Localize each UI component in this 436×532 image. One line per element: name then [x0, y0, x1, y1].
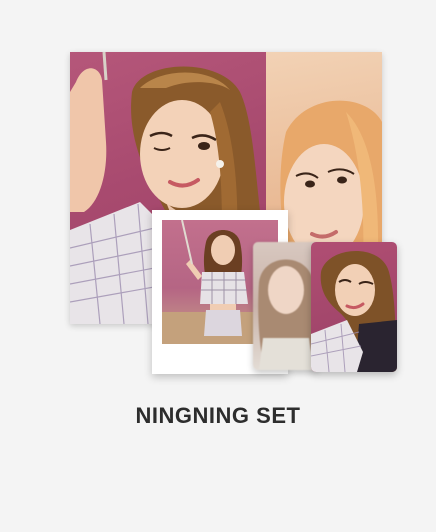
- product-image[interactable]: NINGNING SET: [0, 0, 436, 532]
- product-title[interactable]: NINGNING SET: [0, 403, 436, 429]
- photocard-blurred: [253, 242, 319, 370]
- photocard-wink: [311, 242, 397, 372]
- photocard-blurred-illustration: [258, 259, 314, 370]
- photocard-wink-illustration: [311, 250, 397, 372]
